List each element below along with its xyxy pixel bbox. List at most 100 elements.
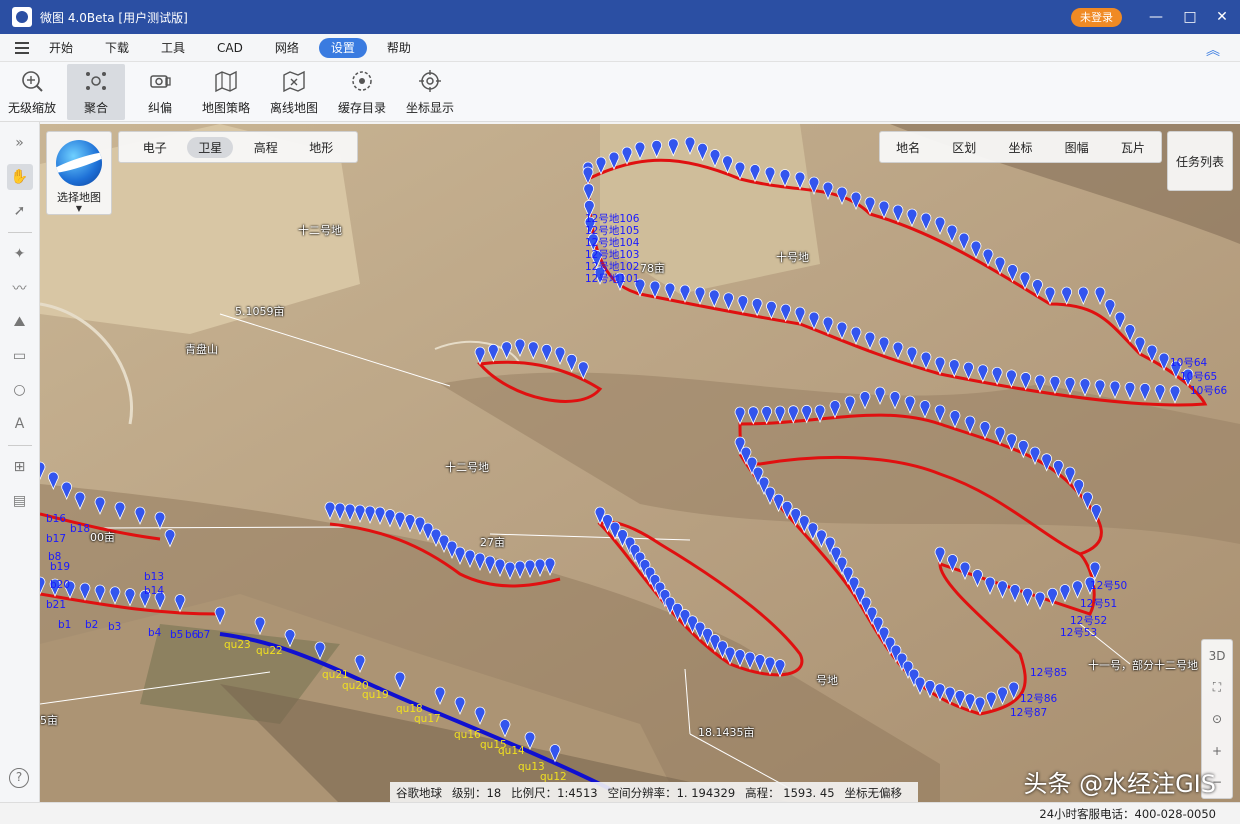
tool-offline-map[interactable]: 离线地图 [263, 64, 325, 120]
select-map-button[interactable]: 选择地图 ▼ [46, 131, 112, 215]
tool-zoom[interactable]: 无级缩放 [3, 64, 61, 120]
menu-network[interactable]: 网络 [271, 38, 303, 58]
point-label: b13 [144, 571, 164, 583]
point-label: 12号50 [1090, 580, 1127, 592]
point-label: b7 [197, 629, 210, 641]
menu-download[interactable]: 下载 [101, 38, 133, 58]
tool-map-strategy[interactable]: 地图策略 [195, 64, 257, 120]
zoom-icon [22, 71, 43, 92]
fullscreen-icon[interactable]: ⛶ [1213, 680, 1221, 695]
tool-cache-dir[interactable]: 缓存目录 [331, 64, 393, 120]
overlay-districts[interactable]: 区划 [952, 139, 976, 156]
maximize-button[interactable]: □ [1180, 7, 1200, 27]
map-label-area-27: 27亩 [480, 536, 505, 549]
point-label: 12号85 [1030, 667, 1067, 679]
point-label: qu23 [224, 639, 251, 651]
status-elevation: 高程： 1593. 45 [745, 786, 835, 800]
area-icon[interactable]: ⛰ [7, 309, 33, 335]
map-type-elevation[interactable]: 高程 [243, 137, 289, 158]
point-label: b3 [108, 621, 121, 633]
status-source: 谷歌地球 [396, 786, 442, 800]
hotline-text: 24小时客服电话：400-028-0050 [1039, 807, 1216, 821]
tool-coord-display-label: 坐标显示 [405, 101, 454, 115]
map-label-area-00: 00亩 [90, 531, 115, 544]
toolbar-divider [7, 232, 32, 233]
map-status-bar: 谷歌地球 级别：18 比例尺：1:4513 空间分辨率：1. 194329 高程… [390, 782, 919, 804]
ribbon-toolbar: 无级缩放 聚合 纠偏 地图策略 离线地图 缓存目录 坐标显示 [0, 62, 1240, 122]
map-label-area-78: 78亩 [640, 262, 665, 275]
point-label: 10号64 [1170, 357, 1208, 369]
footer-bar: 24小时客服电话：400-028-0050 [0, 802, 1240, 824]
watermark: 头条 @水经注GIS [1023, 770, 1216, 798]
hand-icon[interactable]: ✋ [6, 164, 33, 190]
point-label: b19 [50, 561, 70, 573]
map-type-satellite[interactable]: 卫星 [187, 136, 234, 158]
map-type-terrain[interactable]: 地形 [298, 137, 344, 158]
satellite-imagery: 12号地106 12号地105 12号地104 12号地103 12号地102 … [40, 124, 1240, 804]
map-view[interactable]: 12号地106 12号地105 12号地104 12号地103 12号地102 … [40, 124, 1240, 804]
tool-cache-dir-label: 缓存目录 [337, 101, 386, 115]
point-label: b2 [85, 619, 98, 631]
title-bar: 微图 4.0Beta [用户测试版] 未登录 — □ ✕ [0, 0, 1240, 34]
toolbar-divider [7, 445, 32, 446]
point-label: b16 [46, 513, 66, 525]
expand-icon[interactable]: » [7, 130, 33, 156]
ruler-icon[interactable]: ▤ [7, 488, 33, 514]
map-label-qinpan: 青盘山 [185, 343, 218, 356]
menu-settings[interactable]: 设置 [318, 37, 367, 58]
point-label: qu17 [414, 713, 441, 725]
point-label: b17 [46, 533, 66, 545]
tool-coord-display[interactable]: 坐标显示 [399, 64, 461, 120]
measure-icon[interactable]: ⊞ [7, 454, 33, 480]
map-label-area-18: 18.1435亩 [698, 726, 755, 739]
text-icon[interactable]: A [7, 411, 33, 437]
3d-toggle[interactable]: 3D [1209, 649, 1226, 663]
status-resolution: 空间分辨率：1. 194329 [607, 786, 736, 800]
map-type-electronic[interactable]: 电子 [132, 137, 178, 158]
tool-offline-map-label: 离线地图 [269, 101, 318, 115]
minimize-button[interactable]: — [1146, 7, 1166, 27]
hamburger-menu-icon[interactable] [15, 39, 29, 57]
point-label: 12号53 [1060, 627, 1097, 639]
overlay-coords[interactable]: 坐标 [1008, 139, 1032, 156]
circle-icon[interactable]: ○ [7, 377, 33, 403]
tool-correct-label: 纠偏 [147, 101, 172, 115]
overlay-tiles[interactable]: 瓦片 [1121, 139, 1145, 156]
tool-zoom-label: 无级缩放 [7, 101, 56, 115]
map-label-twelve-mid: 十二号地 [445, 461, 489, 474]
menu-tools[interactable]: 工具 [157, 38, 189, 58]
login-badge[interactable]: 未登录 [1071, 8, 1122, 27]
rectangle-icon[interactable]: ▭ [7, 343, 33, 369]
polyline-icon[interactable]: 〰 [7, 275, 33, 301]
coord-display-icon [419, 70, 441, 92]
overlay-sheets[interactable]: 图幅 [1065, 139, 1089, 156]
status-coord: 坐标无偏移 [844, 786, 903, 800]
point-label: 12号地106 [585, 212, 640, 225]
menu-cad[interactable]: CAD [213, 38, 247, 58]
point-label: b14 [144, 585, 164, 597]
tool-map-strategy-label: 地图策略 [201, 101, 250, 115]
task-list-button[interactable]: 任务列表 [1167, 131, 1233, 191]
select-arrow-icon[interactable]: ➚ [7, 198, 33, 224]
overlay-place-names[interactable]: 地名 [896, 139, 920, 156]
point-label: 10号65 [1180, 371, 1217, 383]
point-label: qu14 [498, 745, 525, 757]
close-button[interactable]: ✕ [1212, 7, 1232, 27]
overlay-switcher: 地名 区划 坐标 图幅 瓦片 [879, 131, 1162, 163]
point-label: 12号87 [1010, 707, 1047, 719]
point-label: qu22 [256, 645, 283, 657]
point-label: 12号52 [1070, 615, 1107, 627]
point-label: b4 [148, 627, 162, 639]
map-label-hao-di: 号地 [816, 674, 838, 687]
menu-start[interactable]: 开始 [45, 38, 77, 58]
help-icon[interactable]: ? [9, 768, 29, 788]
status-level: 级别：18 [452, 786, 502, 800]
tool-correct[interactable]: 纠偏 [131, 64, 189, 120]
locate-icon[interactable]: ⊙ [1212, 712, 1222, 726]
menu-help[interactable]: 帮助 [383, 38, 415, 58]
zoom-in-button[interactable]: + [1212, 744, 1222, 758]
collapse-ribbon-icon[interactable]: ︽ [1206, 40, 1220, 60]
polygon-icon[interactable]: ✦ [7, 241, 33, 267]
point-label: 12号地104 [585, 236, 640, 249]
tool-cluster[interactable]: 聚合 [67, 64, 125, 120]
